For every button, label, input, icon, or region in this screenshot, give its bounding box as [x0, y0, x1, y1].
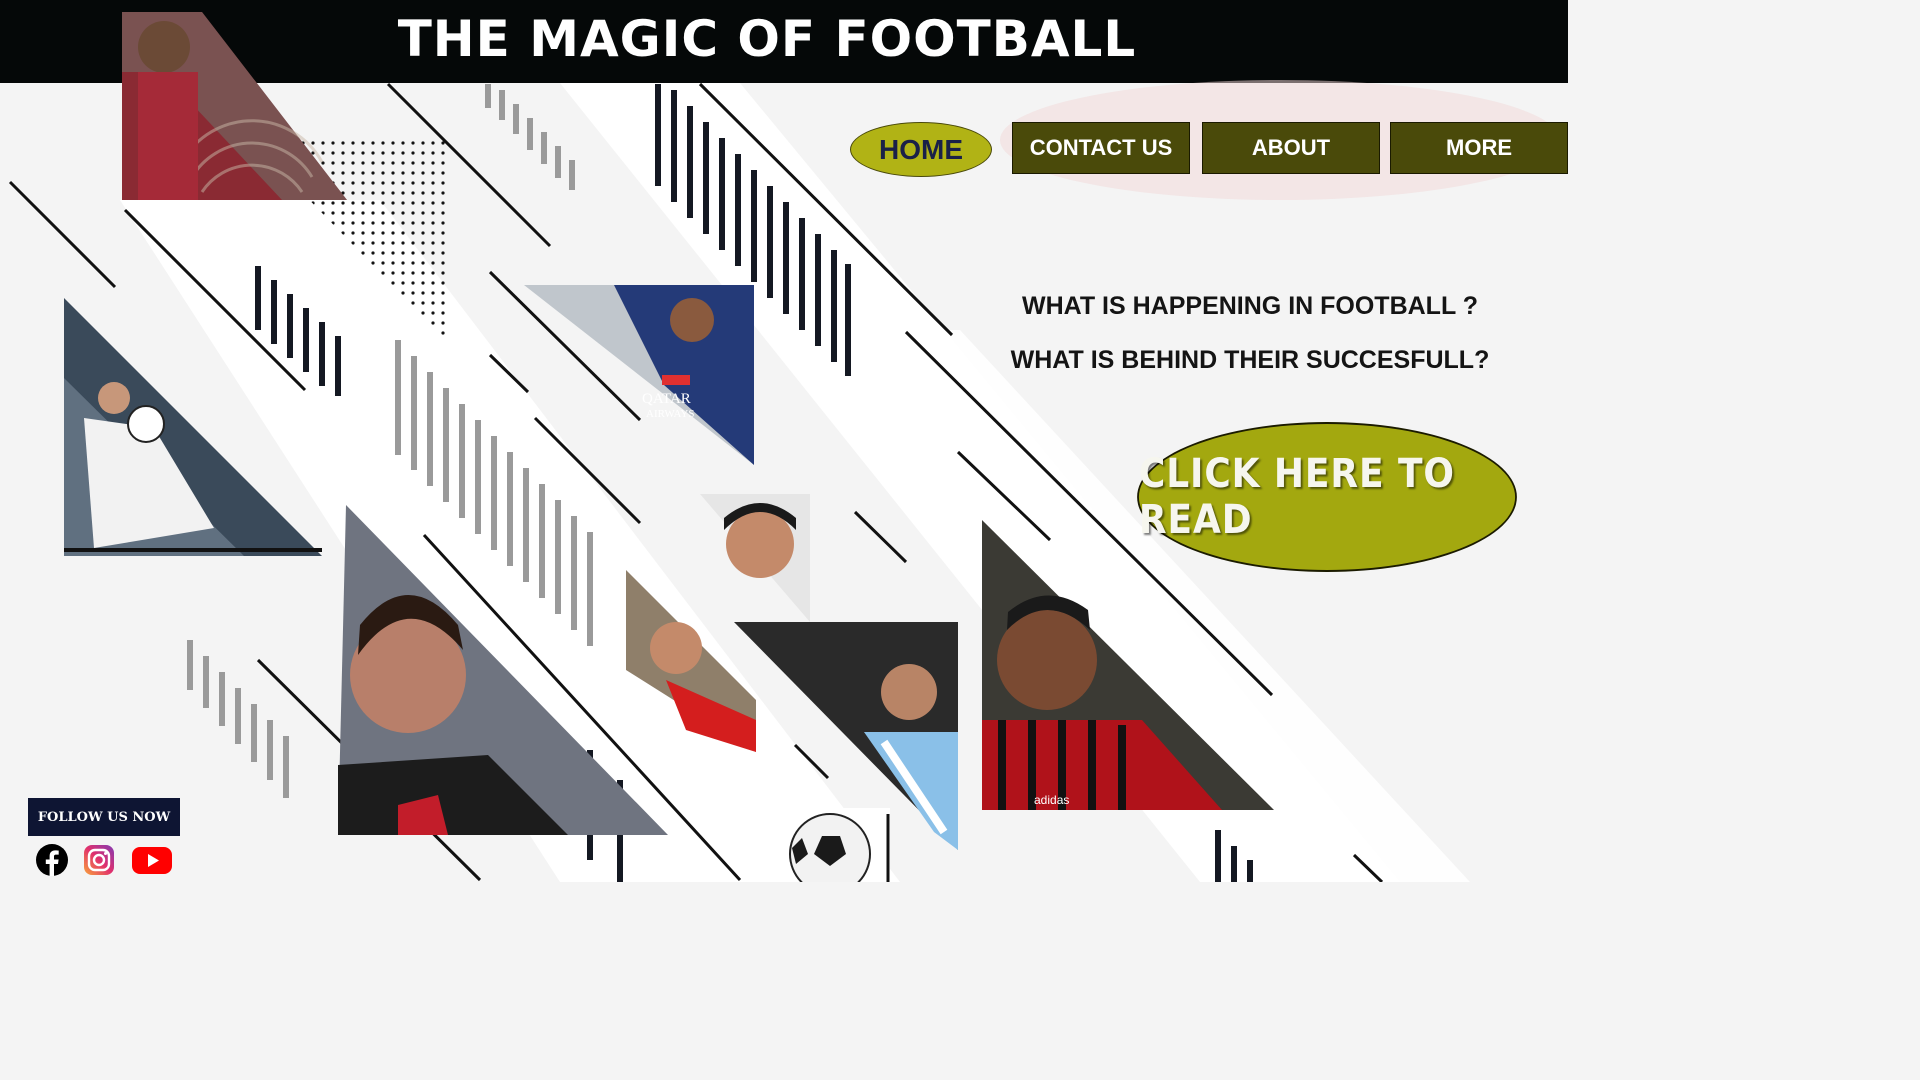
- facebook-icon[interactable]: [36, 844, 68, 876]
- follow-us-label: FOLLOW US NOW: [28, 798, 180, 836]
- hero-question-1: WHAT IS HAPPENING IN FOOTBALL ?: [1021, 292, 1478, 320]
- player-photo-ibrahimovic: [338, 505, 668, 835]
- football-ball-image: [782, 808, 890, 882]
- player-photo-zidane: [64, 298, 322, 556]
- jersey-text-qatar: QATAR: [642, 391, 691, 407]
- nav-contact-button[interactable]: CONTACT US: [1012, 122, 1190, 174]
- youtube-icon[interactable]: [132, 844, 172, 876]
- player-photo-ronaldinho: adidas: [982, 520, 1274, 810]
- nav-home-button[interactable]: HOME: [850, 122, 992, 177]
- click-here-to-read-button[interactable]: CLICK HERE TO READ: [1137, 422, 1517, 572]
- jersey-text-airways: AIRWAYS: [646, 408, 695, 420]
- player-photo-neymar: QATAR AIRWAYS: [524, 285, 754, 465]
- nav-about-button[interactable]: ABOUT: [1202, 122, 1380, 174]
- instagram-icon[interactable]: [83, 844, 115, 876]
- nav-more-button[interactable]: MORE: [1390, 122, 1568, 174]
- jersey-text-adidas: adidas: [1034, 793, 1069, 807]
- hero-question-2: WHAT IS BEHIND THEIR SUCCESFULL?: [1010, 346, 1490, 374]
- player-photo-ronaldo: [122, 12, 347, 200]
